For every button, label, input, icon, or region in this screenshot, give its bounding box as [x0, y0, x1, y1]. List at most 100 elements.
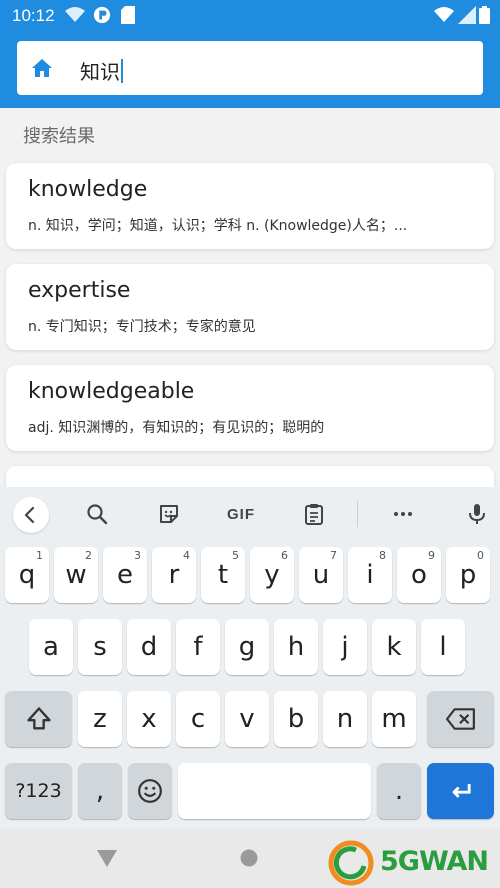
key-label: u — [312, 560, 330, 590]
back-chevron-icon — [24, 506, 35, 524]
key-m[interactable]: m — [372, 691, 416, 747]
period-key[interactable]: . — [377, 763, 421, 819]
key-q[interactable]: q1 — [5, 547, 49, 603]
key-label: s — [93, 632, 107, 662]
gif-button[interactable]: GIF — [224, 499, 258, 529]
key-z[interactable]: z — [78, 691, 122, 747]
battery-icon — [479, 6, 490, 24]
back-icon[interactable] — [96, 848, 118, 868]
toolbar-divider — [357, 501, 358, 527]
key-f[interactable]: f — [176, 619, 220, 675]
key-label: o — [411, 560, 427, 590]
key-r[interactable]: r4 — [152, 547, 196, 603]
enter-icon — [452, 784, 471, 798]
wifi-signal-icon — [434, 7, 454, 22]
key-number-hint: 5 — [232, 549, 239, 562]
key-number-hint: 3 — [134, 549, 141, 562]
key-label: a — [43, 632, 59, 662]
result-card[interactable]: expertise n. 专门知识；专门技术；专家的意见 — [6, 264, 494, 350]
key-label: p — [459, 560, 477, 590]
key-c[interactable]: c — [176, 691, 220, 747]
key-o[interactable]: o9 — [397, 547, 441, 603]
key-n[interactable]: n — [323, 691, 367, 747]
space-key[interactable] — [178, 763, 371, 819]
key-label: j — [341, 632, 349, 662]
key-d[interactable]: d — [127, 619, 171, 675]
wifi-icon — [65, 7, 85, 22]
key-label: l — [439, 632, 447, 662]
key-label: y — [264, 560, 280, 590]
key-number-hint: 2 — [85, 549, 92, 562]
comma-key[interactable]: , — [78, 763, 122, 819]
keyboard-toolbar: GIF — [0, 487, 500, 541]
key-number-hint: 4 — [183, 549, 190, 562]
sticker-button[interactable] — [154, 499, 184, 529]
watermark: 5GWAN — [328, 840, 500, 886]
key-i[interactable]: i8 — [348, 547, 392, 603]
search-input[interactable]: 知识 — [80, 56, 123, 85]
symbols-key[interactable]: ?123 — [5, 763, 72, 819]
key-number-hint: 0 — [477, 549, 484, 562]
app-bar: 10:12 知识 — [0, 0, 500, 108]
home-nav-icon[interactable] — [240, 849, 258, 867]
key-label: d — [140, 632, 158, 662]
key-g[interactable]: g — [225, 619, 269, 675]
key-w[interactable]: w2 — [54, 547, 98, 603]
result-card[interactable]: knowledge n. 知识，学问；知道，认识；学科 n. (Knowledg… — [6, 163, 494, 249]
search-box[interactable]: 知识 — [17, 41, 483, 95]
enter-key[interactable] — [427, 763, 494, 819]
result-word: expertise — [28, 278, 131, 303]
key-label: h — [287, 632, 305, 662]
key-label: t — [217, 560, 229, 590]
more-icon — [394, 512, 412, 516]
key-label: v — [239, 704, 255, 734]
emoji-key[interactable] — [128, 763, 172, 819]
key-b[interactable]: b — [274, 691, 318, 747]
results-heading: 搜索结果 — [23, 126, 95, 147]
key-label: c — [190, 704, 206, 734]
result-definition: n. 专门知识；专门技术；专家的意见 — [28, 319, 256, 335]
shift-icon — [26, 707, 51, 730]
result-definition: n. 知识，学问；知道，认识；学科 n. (Knowledge)人名；... — [28, 218, 408, 234]
voice-input-button[interactable] — [462, 499, 492, 529]
text-caret — [121, 59, 123, 83]
key-v[interactable]: v — [225, 691, 269, 747]
key-a[interactable]: a — [29, 619, 73, 675]
key-e[interactable]: e3 — [103, 547, 147, 603]
sticker-icon — [160, 505, 178, 523]
clipboard-button[interactable] — [299, 499, 329, 529]
result-definition: adj. 知识渊博的，有知识的；有见识的；聪明的 — [28, 420, 325, 436]
status-bar: 10:12 — [0, 0, 500, 32]
key-s[interactable]: s — [78, 619, 122, 675]
key-label: x — [141, 704, 157, 734]
key-label: g — [238, 632, 256, 662]
screen: 10:12 知识 搜索结果 knowledge n. 知识，学问；知道，认识；学… — [0, 0, 500, 888]
key-label: b — [287, 704, 305, 734]
key-label: n — [336, 704, 354, 734]
home-icon[interactable] — [30, 56, 54, 80]
backspace-key[interactable] — [427, 691, 494, 747]
result-card[interactable]: knowledgeable adj. 知识渊博的，有知识的；有见识的；聪明的 — [6, 365, 494, 451]
key-t[interactable]: t5 — [201, 547, 245, 603]
backspace-icon — [445, 708, 475, 730]
shift-key[interactable] — [5, 691, 72, 747]
key-k[interactable]: k — [372, 619, 416, 675]
key-label: q — [18, 560, 36, 590]
keyboard-collapse-button[interactable] — [13, 497, 49, 533]
sd-card-icon — [121, 6, 135, 24]
keyboard-search-button[interactable] — [82, 499, 112, 529]
key-number-hint: 9 — [428, 549, 435, 562]
key-u[interactable]: u7 — [299, 547, 343, 603]
search-icon — [87, 504, 108, 525]
key-label: e — [117, 560, 133, 590]
key-x[interactable]: x — [127, 691, 171, 747]
key-y[interactable]: y6 — [250, 547, 294, 603]
key-j[interactable]: j — [323, 619, 367, 675]
key-number-hint: 1 — [36, 549, 43, 562]
key-label: m — [381, 704, 407, 734]
more-button[interactable] — [388, 499, 418, 529]
soft-keyboard: GIF q1w2e3 r 4 t 5 y 6 u 7 i 8 o 9 p 0 a… — [0, 487, 500, 828]
key-p[interactable]: p0 — [446, 547, 490, 603]
key-h[interactable]: h — [274, 619, 318, 675]
key-l[interactable]: l — [421, 619, 465, 675]
